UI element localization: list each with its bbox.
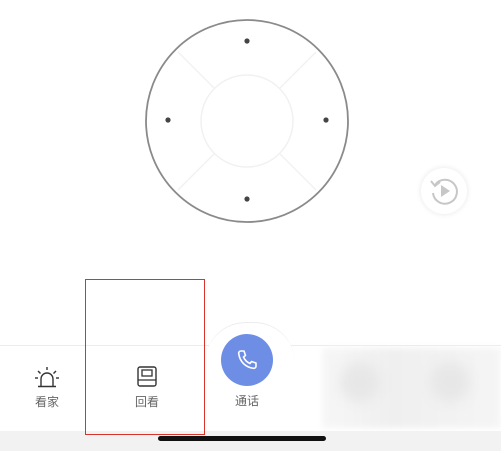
pan-up-button[interactable] bbox=[217, 22, 277, 82]
phone-icon bbox=[237, 350, 257, 370]
call-button[interactable] bbox=[221, 334, 273, 386]
replay-icon bbox=[430, 178, 458, 205]
alarm-light-icon bbox=[35, 367, 59, 388]
screen: 看家 回看 通话 bbox=[0, 0, 501, 451]
tab-watch-label: 看家 bbox=[34, 395, 59, 409]
tab-call-label: 通话 bbox=[234, 394, 259, 408]
pan-right-button[interactable] bbox=[286, 91, 346, 151]
replay-side-button[interactable] bbox=[421, 168, 467, 214]
pan-left-button[interactable] bbox=[148, 91, 208, 151]
annotation-highlight-box bbox=[85, 279, 205, 435]
blurred-item bbox=[340, 362, 380, 402]
tab-call[interactable]: 通话 bbox=[207, 334, 287, 409]
tab-watch[interactable]: 看家 bbox=[7, 365, 87, 410]
ptz-direction-pad[interactable] bbox=[144, 18, 350, 224]
bottom-safe-area bbox=[0, 431, 501, 451]
blurred-item bbox=[430, 362, 470, 402]
home-indicator[interactable] bbox=[158, 436, 326, 441]
pan-down-button[interactable] bbox=[217, 160, 277, 220]
